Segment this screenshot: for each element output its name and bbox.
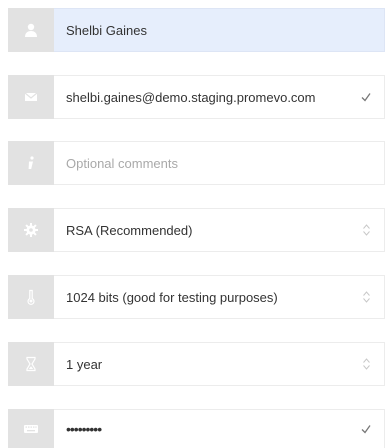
comments-placeholder: Optional comments (66, 155, 178, 171)
keyboard-icon (8, 409, 54, 448)
name-row: Shelbi Gaines (8, 8, 385, 52)
email-input[interactable]: shelbi.gaines@demo.staging.promevo.com (54, 75, 385, 119)
algorithm-value: RSA (Recommended) (66, 222, 193, 238)
select-arrows-icon (360, 223, 372, 237)
key-size-row: 1024 bits (good for testing purposes) (8, 275, 385, 319)
comments-row: Optional comments (8, 141, 385, 185)
email-value: shelbi.gaines@demo.staging.promevo.com (66, 89, 316, 105)
select-arrows-icon (360, 290, 372, 304)
passphrase-row: ••••••••• (8, 409, 385, 448)
checkmark-icon (360, 422, 372, 436)
gear-icon (8, 208, 54, 252)
expiration-value: 1 year (66, 356, 103, 372)
key-size-value: 1024 bits (good for testing purposes) (66, 289, 278, 305)
comments-input[interactable]: Optional comments (54, 141, 385, 185)
hourglass-icon (8, 342, 54, 386)
algorithm-select[interactable]: RSA (Recommended) (54, 208, 385, 252)
name-value: Shelbi Gaines (66, 22, 147, 38)
passphrase-input[interactable]: ••••••••• (54, 409, 385, 448)
checkmark-icon (360, 90, 372, 104)
user-icon (8, 8, 54, 52)
info-icon (8, 141, 54, 185)
expiration-select[interactable]: 1 year (54, 342, 385, 386)
name-input[interactable]: Shelbi Gaines (54, 8, 385, 52)
envelope-icon (8, 75, 54, 119)
expiration-row: 1 year (8, 342, 385, 386)
thermometer-icon (8, 275, 54, 319)
key-size-select[interactable]: 1024 bits (good for testing purposes) (54, 275, 385, 319)
select-arrows-icon (360, 357, 372, 371)
algorithm-row: RSA (Recommended) (8, 208, 385, 252)
key-generation-form: Shelbi Gaines shelbi.gaines@demo.staging… (0, 0, 385, 448)
email-row: shelbi.gaines@demo.staging.promevo.com (8, 75, 385, 119)
passphrase-masked-value: ••••••••• (66, 421, 102, 437)
